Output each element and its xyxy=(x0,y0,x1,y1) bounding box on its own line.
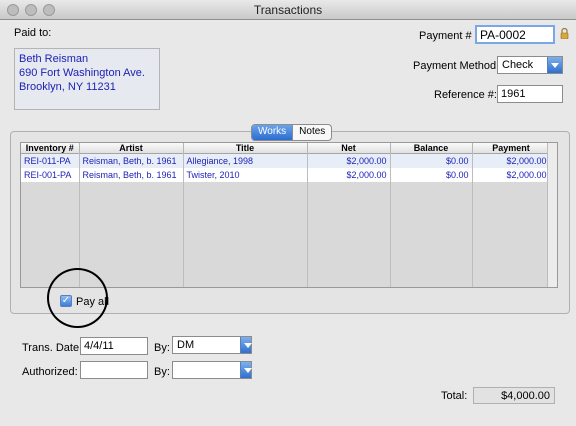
dropdown-arrow-icon xyxy=(240,337,252,353)
payee-city: Brooklyn, NY 11231 xyxy=(19,81,116,93)
trans-by-value: DM xyxy=(177,339,195,351)
authorized-by-label: By: xyxy=(154,366,170,378)
authorized-field[interactable] xyxy=(80,361,148,379)
tab-bar: Works Notes xyxy=(251,124,333,141)
column-header[interactable]: Inventory # xyxy=(21,143,80,154)
table-cell: Reisman, Beth, b. 1961 xyxy=(79,153,184,168)
title-bar: Transactions xyxy=(0,0,576,20)
pay-all-checkbox[interactable]: ✓ xyxy=(60,295,72,307)
table-scrollbar[interactable] xyxy=(547,143,557,287)
payment-method-select[interactable]: Check xyxy=(497,56,563,74)
column-header[interactable]: Payment xyxy=(472,143,551,154)
column-divider xyxy=(183,153,184,287)
table-cell: REI-011-PA xyxy=(21,153,80,168)
column-divider xyxy=(79,153,80,287)
table-cell: $2,000.00 xyxy=(307,168,391,182)
column-divider xyxy=(472,153,473,287)
column-header[interactable]: Balance xyxy=(390,143,473,154)
table-header-row: Inventory # Artist Title Net Balance Pay… xyxy=(21,143,557,154)
payment-method-value: Check xyxy=(502,59,534,71)
tab-notes[interactable]: Notes xyxy=(292,125,331,140)
payment-number-field[interactable]: PA-0002 xyxy=(475,25,555,44)
column-divider xyxy=(307,153,308,287)
table-cell: $2,000.00 xyxy=(307,153,391,168)
dropdown-arrow-icon xyxy=(547,57,562,73)
trans-by-label: By: xyxy=(154,342,170,354)
payee-street: 690 Fort Washington Ave. xyxy=(19,67,145,79)
authorized-label: Authorized: xyxy=(22,366,78,378)
payment-method-label: Payment Method: xyxy=(413,60,500,72)
total-value: $4,000.00 xyxy=(473,387,555,404)
table-cell: $0.00 xyxy=(390,168,473,182)
total-label: Total: xyxy=(441,390,468,402)
authorized-by-select[interactable] xyxy=(172,361,252,379)
column-header[interactable]: Title xyxy=(183,143,308,154)
column-header[interactable]: Net xyxy=(307,143,391,154)
column-header[interactable]: Artist xyxy=(79,143,184,154)
table-cell: Twister, 2010 xyxy=(183,168,308,182)
works-table: Inventory # Artist Title Net Balance Pay… xyxy=(20,142,558,288)
window-title: Transactions xyxy=(253,3,323,17)
trans-date-label: Trans. Date: xyxy=(22,342,83,354)
dropdown-arrow-icon xyxy=(240,362,252,378)
table-cell: $2,000.00 xyxy=(472,153,551,168)
table-cell: Reisman, Beth, b. 1961 xyxy=(79,168,184,182)
table-cell: $2,000.00 xyxy=(472,168,551,182)
reference-field[interactable]: 1961 xyxy=(497,85,563,103)
lock-icon xyxy=(560,27,569,40)
table-row[interactable]: REI-001-PA Reisman, Beth, b. 1961 Twiste… xyxy=(21,168,557,182)
table-row[interactable]: REI-011-PA Reisman, Beth, b. 1961 Allegi… xyxy=(21,153,557,168)
pay-all-label: Pay all xyxy=(76,296,110,308)
column-divider xyxy=(390,153,391,287)
reference-label: Reference #: xyxy=(434,89,497,101)
tab-works[interactable]: Works xyxy=(252,125,293,140)
table-cell: Allegiance, 1998 xyxy=(183,153,308,168)
payee-name: Beth Reisman xyxy=(19,53,89,65)
paid-to-label: Paid to: xyxy=(14,27,52,39)
paid-to-address: Beth Reisman 690 Fort Washington Ave. Br… xyxy=(14,48,160,110)
trans-date-field[interactable]: 4/4/11 xyxy=(80,337,148,355)
trans-by-select[interactable]: DM xyxy=(172,336,252,354)
payment-number-label: Payment # xyxy=(419,30,472,42)
table-cell: REI-001-PA xyxy=(21,168,80,182)
table-cell: $0.00 xyxy=(390,153,473,168)
